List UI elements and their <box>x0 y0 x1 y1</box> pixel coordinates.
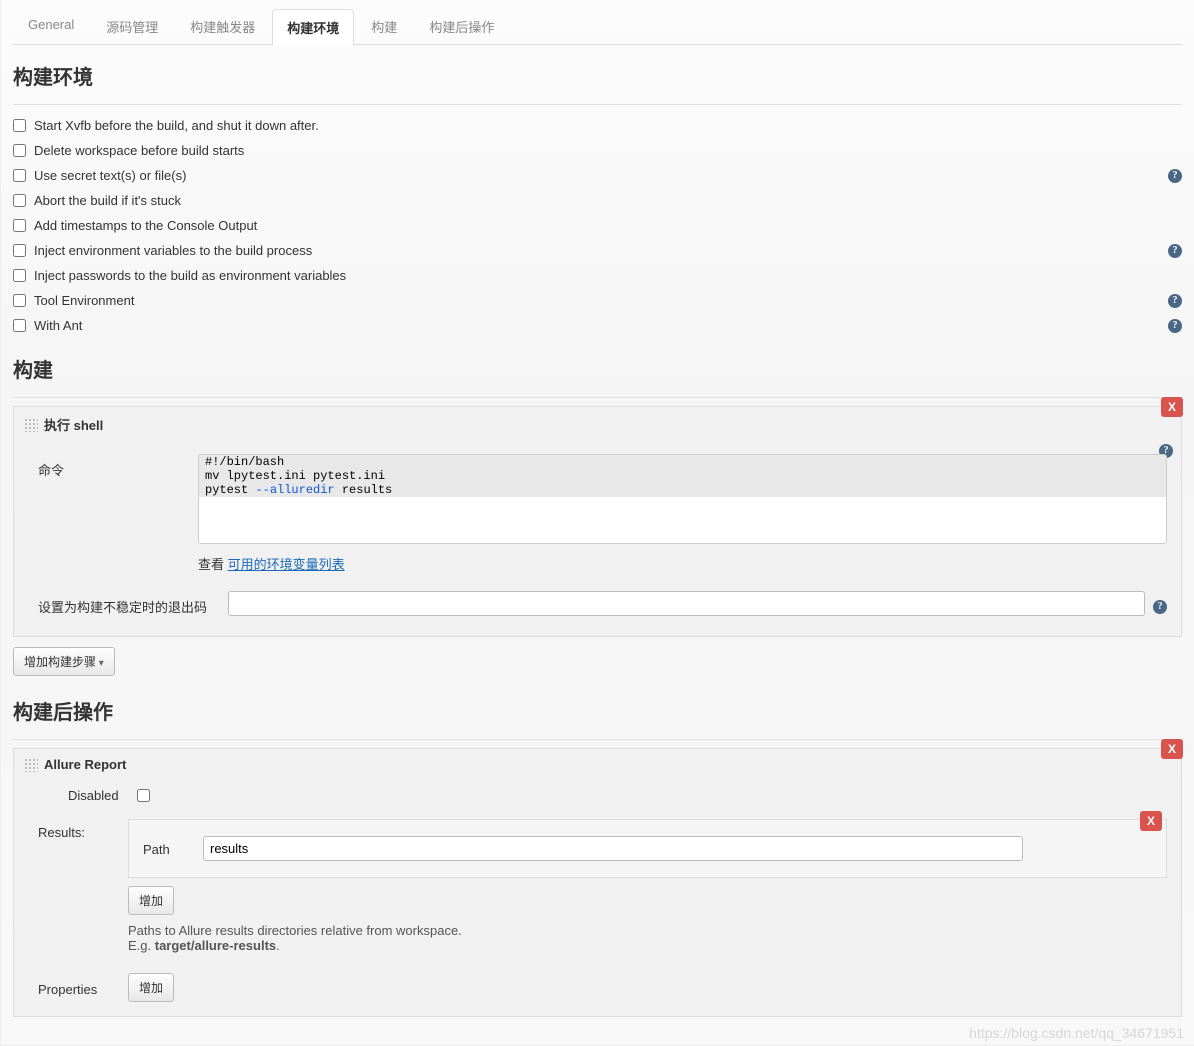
section-title-build-env: 构建环境 <box>13 45 1182 105</box>
label-inject-pwd: Inject passwords to the build as environ… <box>34 268 1182 283</box>
paths-desc-dot: . <box>276 938 280 953</box>
cb-inject-env[interactable] <box>13 244 26 257</box>
tab-triggers[interactable]: 构建触发器 <box>175 8 270 44</box>
code-line: #!/bin/bash <box>205 455 284 469</box>
tab-general[interactable]: General <box>13 8 89 44</box>
section-title-post-build: 构建后操作 <box>13 680 1182 740</box>
label-delete-ws: Delete workspace before build starts <box>34 143 1182 158</box>
path-label: Path <box>143 840 203 857</box>
hint-prefix: 查看 <box>198 557 224 572</box>
build-env-options: Start Xvfb before the build, and shut it… <box>13 113 1182 338</box>
label-xvfb: Start Xvfb before the build, and shut it… <box>34 118 1182 133</box>
env-vars-link[interactable]: 可用的环境变量列表 <box>228 557 345 572</box>
properties-label: Properties <box>38 978 128 997</box>
label-secret: Use secret text(s) or file(s) <box>34 168 1168 183</box>
paths-desc: Paths to Allure results directories rela… <box>128 923 462 938</box>
code-line: results <box>335 483 393 497</box>
help-icon[interactable]: ? <box>1168 294 1182 308</box>
shell-title: 执行 shell <box>44 415 103 434</box>
shell-command-editor[interactable]: #!/bin/bash mv lpytest.ini pytest.ini py… <box>198 454 1167 544</box>
results-path-box: X Path <box>128 819 1167 878</box>
disabled-checkbox[interactable] <box>137 789 150 802</box>
exit-code-label: 设置为构建不稳定时的退出码 <box>38 591 228 616</box>
tab-scm[interactable]: 源码管理 <box>91 8 173 44</box>
help-icon[interactable]: ? <box>1168 319 1182 333</box>
tab-build[interactable]: 构建 <box>356 8 412 44</box>
label-timestamps: Add timestamps to the Console Output <box>34 218 1182 233</box>
drag-handle-icon[interactable] <box>24 418 38 432</box>
help-icon[interactable]: ? <box>1153 600 1167 614</box>
label-tool-env: Tool Environment <box>34 293 1168 308</box>
label-inject-env: Inject environment variables to the buil… <box>34 243 1168 258</box>
cb-timestamps[interactable] <box>13 219 26 232</box>
code-line: --alluredir <box>255 483 334 497</box>
allure-report-block: X Allure Report Disabled Results: X Path <box>13 748 1182 1017</box>
cb-abort-stuck[interactable] <box>13 194 26 207</box>
tab-post-build[interactable]: 构建后操作 <box>414 8 509 44</box>
exit-code-input[interactable] <box>228 591 1145 616</box>
label-abort-stuck: Abort the build if it's stuck <box>34 193 1182 208</box>
cb-delete-ws[interactable] <box>13 144 26 157</box>
add-property-button[interactable]: 增加 <box>128 973 174 1002</box>
tab-build-env[interactable]: 构建环境 <box>272 9 354 45</box>
cb-inject-pwd[interactable] <box>13 269 26 282</box>
paths-desc-eg: E.g. <box>128 938 155 953</box>
cb-xvfb[interactable] <box>13 119 26 132</box>
help-icon[interactable]: ? <box>1168 244 1182 258</box>
drag-handle-icon[interactable] <box>24 758 38 772</box>
delete-allure-button[interactable]: X <box>1161 739 1183 759</box>
delete-path-button[interactable]: X <box>1140 811 1162 831</box>
paths-desc-example: target/allure-results <box>155 938 276 953</box>
command-label: 命令 <box>38 454 198 479</box>
watermark: https://blog.csdn.net/qq_34671951 <box>969 1025 1184 1041</box>
disabled-label: Disabled <box>68 788 119 803</box>
execute-shell-block: X 执行 shell ? 命令 #!/bin/bash mv lpytest.i… <box>13 406 1182 637</box>
path-input[interactable] <box>203 836 1023 861</box>
label-with-ant: With Ant <box>34 318 1168 333</box>
cb-with-ant[interactable] <box>13 319 26 332</box>
add-result-button[interactable]: 增加 <box>128 886 174 915</box>
allure-title: Allure Report <box>44 757 126 772</box>
config-tabs: General 源码管理 构建触发器 构建环境 构建 构建后操作 <box>13 0 1182 45</box>
results-label: Results: <box>38 819 128 840</box>
code-line: pytest <box>205 483 255 497</box>
code-line: mv lpytest.ini pytest.ini <box>205 469 385 483</box>
delete-shell-button[interactable]: X <box>1161 397 1183 417</box>
add-build-step-button[interactable]: 增加构建步骤 <box>13 647 115 676</box>
section-title-build: 构建 <box>13 338 1182 398</box>
cb-secret[interactable] <box>13 169 26 182</box>
cb-tool-env[interactable] <box>13 294 26 307</box>
help-icon[interactable]: ? <box>1168 169 1182 183</box>
